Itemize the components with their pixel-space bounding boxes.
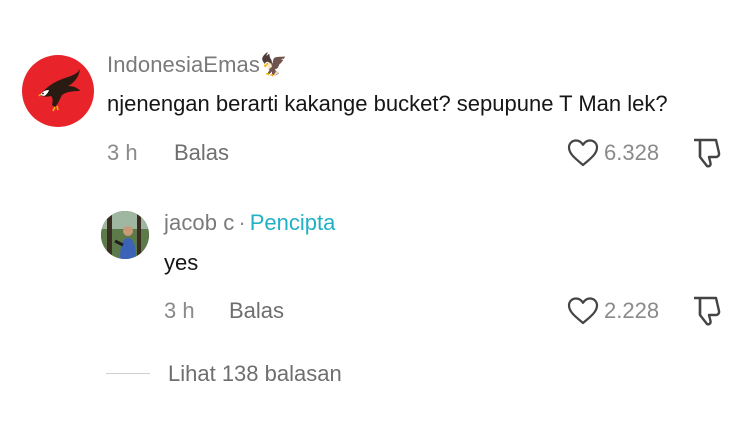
heart-icon xyxy=(567,139,599,167)
thumbs-down-icon xyxy=(694,296,721,326)
person-photo-icon xyxy=(101,211,149,259)
reply-timestamp: 3 h xyxy=(164,298,195,323)
like-button[interactable] xyxy=(566,137,600,174)
like-count: 2.228 xyxy=(604,298,660,323)
eagle-icon xyxy=(38,69,80,112)
creator-badge: Pencipta xyxy=(249,210,336,235)
comment-username[interactable]: IndonesiaEmas🦅 xyxy=(107,52,287,78)
dislike-button[interactable] xyxy=(690,136,724,175)
thumbs-down-icon xyxy=(694,138,721,168)
like-count: 6.328 xyxy=(604,140,660,165)
comment-text: njenengan berarti kakange bucket? sepupu… xyxy=(107,91,668,116)
view-replies-button[interactable]: Lihat 138 balasan xyxy=(168,361,342,387)
avatar[interactable] xyxy=(101,211,149,259)
divider xyxy=(106,373,150,374)
reply-button[interactable]: Balas xyxy=(229,298,284,324)
separator-dot: · xyxy=(238,210,246,235)
reply-username[interactable]: jacob c xyxy=(164,210,234,235)
reply-button[interactable]: Balas xyxy=(174,140,229,166)
avatar[interactable] xyxy=(22,55,94,127)
eagle-emoji-icon: 🦅 xyxy=(259,52,288,77)
reply-header: jacob c · Pencipta xyxy=(164,210,335,236)
reply-text: yes xyxy=(164,250,199,275)
dislike-button[interactable] xyxy=(690,294,724,333)
heart-icon xyxy=(567,297,599,325)
like-button[interactable] xyxy=(566,295,600,332)
comment-timestamp: 3 h xyxy=(107,140,138,165)
